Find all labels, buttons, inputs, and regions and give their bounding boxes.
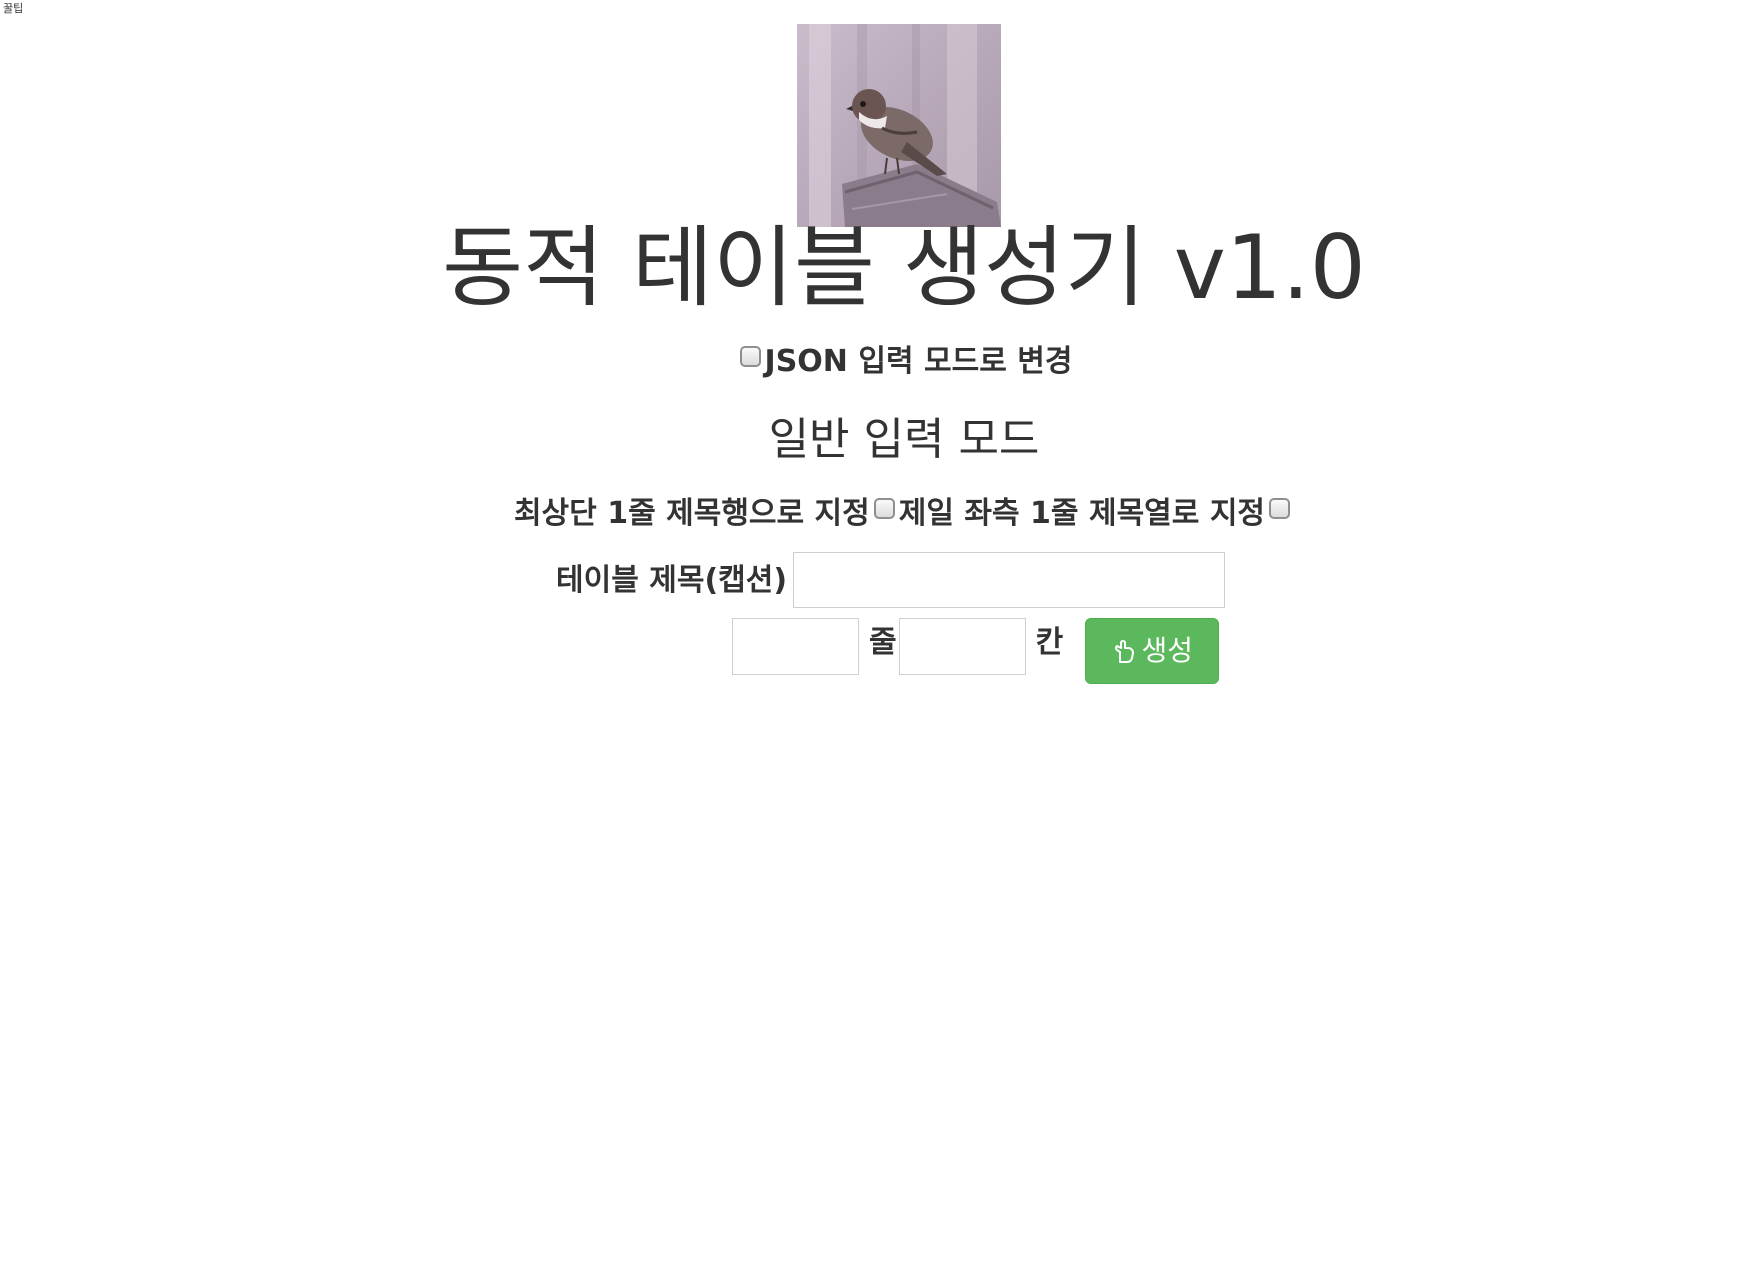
json-mode-label: JSON 입력 모드로 변경 — [764, 344, 1073, 379]
size-row: 줄 칸 생성 — [732, 618, 1220, 684]
json-mode-checkbox[interactable] — [739, 346, 761, 367]
page-title: 동적 테이블 생성기 v1.0 — [442, 216, 1366, 319]
caption-label: 테이블 제목(캡션) — [556, 563, 788, 598]
top-row-header-checkbox[interactable] — [873, 498, 895, 519]
json-mode-toggle: JSON 입력 모드로 변경 — [0, 342, 1747, 382]
generate-button-label: 생성 — [1141, 634, 1193, 667]
caption-input[interactable] — [793, 552, 1226, 608]
cols-unit-label: 칸 — [1035, 625, 1064, 660]
rows-input[interactable] — [732, 618, 859, 675]
left-col-header-label: 제일 좌측 1줄 제목열로 지정 — [898, 496, 1266, 531]
left-col-header-checkbox[interactable] — [1269, 498, 1291, 519]
rows-unit-label: 줄 — [869, 625, 897, 660]
sparrow-logo — [797, 24, 1001, 227]
corner-label: 꿀팁 — [3, 2, 24, 15]
generate-button[interactable]: 생성 — [1085, 618, 1220, 684]
header-options: 최상단 1줄 제목행으로 지정 제일 좌측 1줄 제목열로 지정 — [0, 494, 1747, 534]
cols-input[interactable] — [898, 618, 1026, 675]
top-row-header-label: 최상단 1줄 제목행으로 지정 — [513, 496, 870, 531]
caption-row: 테이블 제목(캡션) — [556, 552, 1226, 610]
hand-pointer-icon — [1111, 624, 1137, 688]
page: 꿀팁 동적 테이블 생성기 v1.0 JSON 입력 모드로 변경 일반 입력 … — [0, 0, 1747, 1285]
mode-heading: 일반 입력 모드 — [768, 414, 1040, 465]
